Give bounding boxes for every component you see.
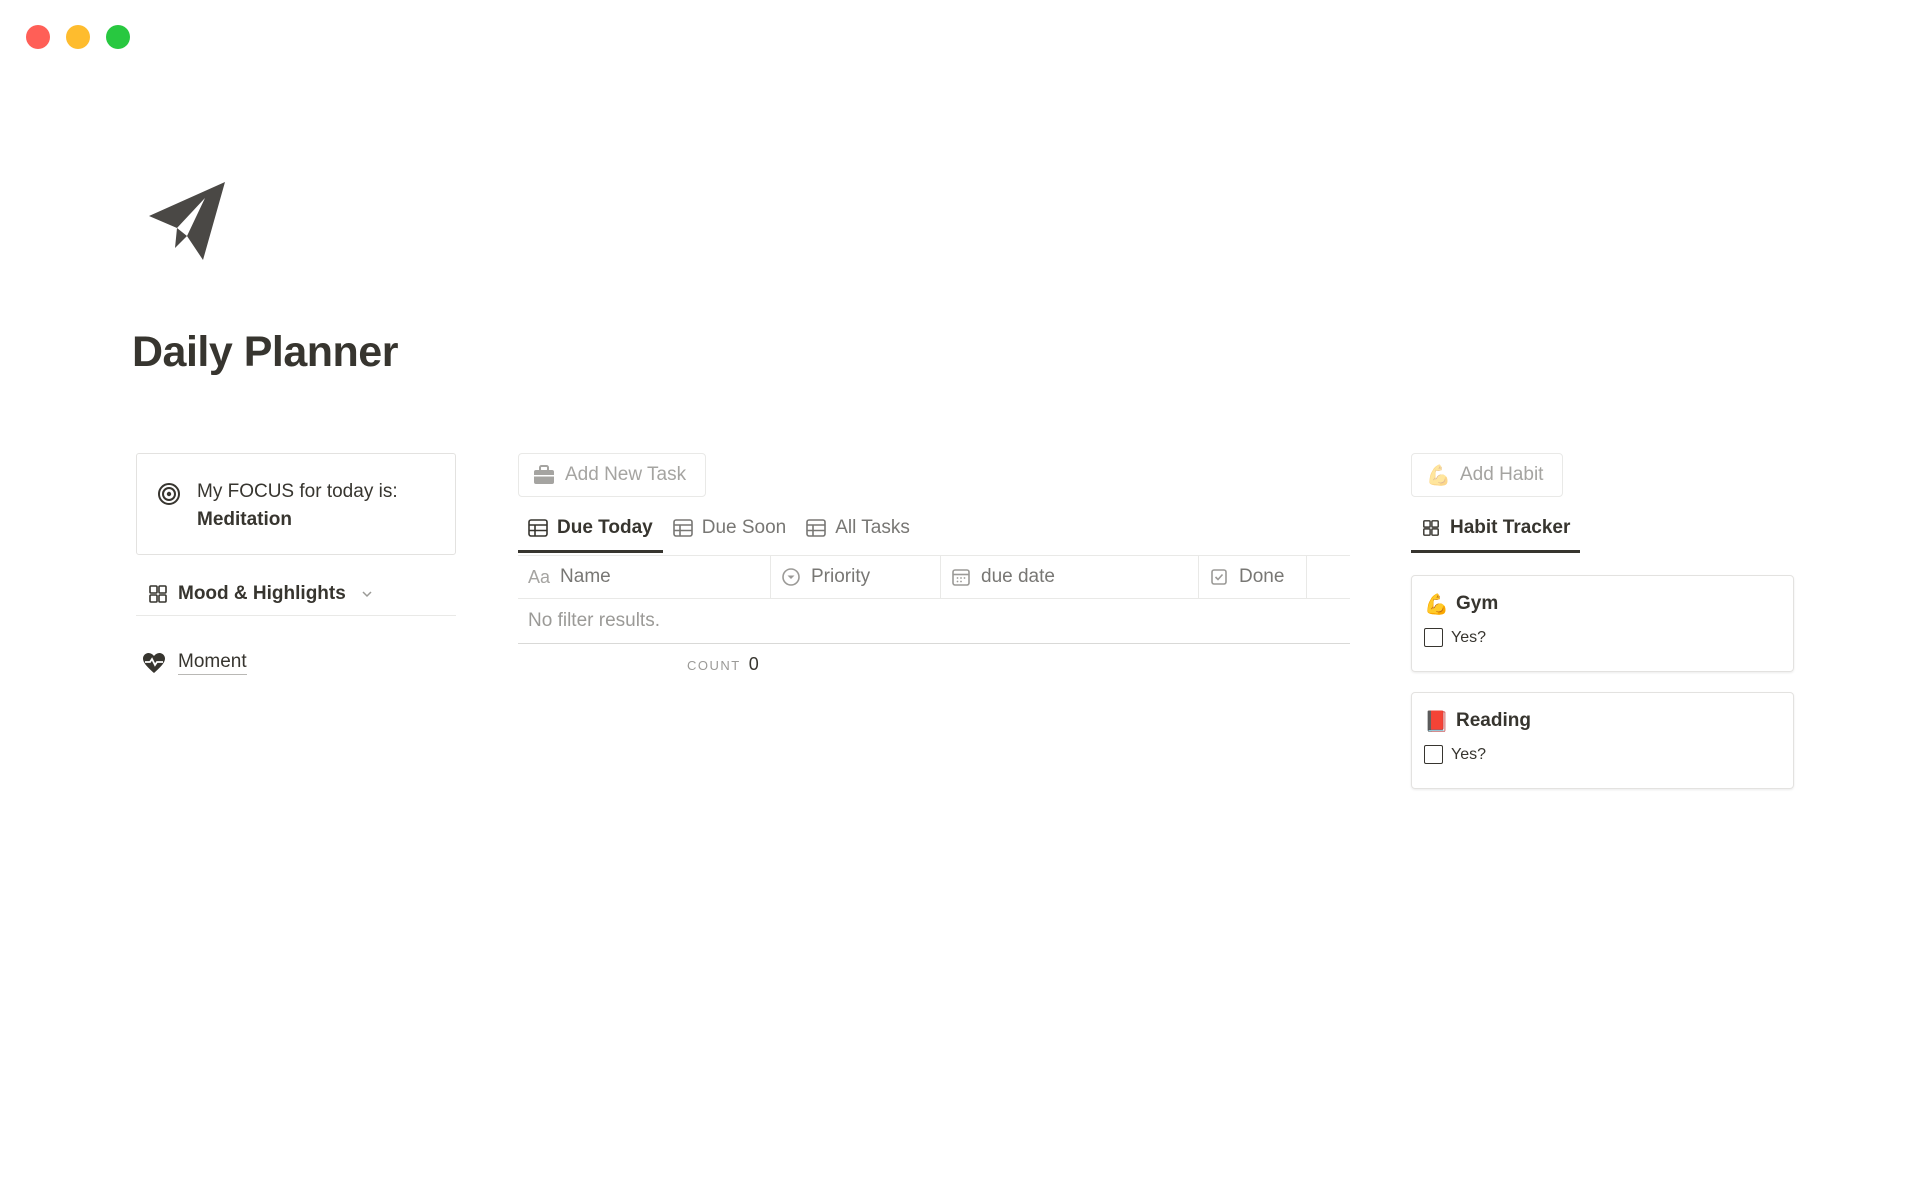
habit-card-title: 💪 Gym: [1424, 590, 1779, 618]
tab-habit-tracker[interactable]: Habit Tracker: [1411, 506, 1581, 553]
count-summary[interactable]: COUNT 0: [518, 654, 1350, 675]
red-book-icon: 📕: [1424, 710, 1449, 733]
habit-checkbox-label: Yes?: [1451, 745, 1486, 763]
window-controls: [26, 25, 130, 49]
habit-card-reading[interactable]: 📕 Reading Yes?: [1411, 692, 1794, 789]
tab-label: All Tasks: [835, 517, 910, 538]
tab-label: Due Today: [557, 517, 653, 538]
flexed-bicep-icon: 💪: [1426, 464, 1451, 487]
habit-checkbox-row: Yes?: [1424, 745, 1779, 764]
column-header-due-date[interactable]: due date: [941, 556, 1199, 598]
chevron-down-icon[interactable]: [360, 587, 374, 601]
app-window: Daily Planner My FOCUS for today is: Med…: [0, 0, 1920, 1200]
tasks-table: Aa Name Priority due date Done No filter…: [518, 555, 1350, 675]
tab-label: Habit Tracker: [1450, 517, 1571, 538]
column-label: due date: [981, 566, 1055, 587]
text-type-icon: Aa: [528, 566, 551, 587]
gallery-grid-icon: [149, 584, 167, 603]
column-label: Priority: [811, 566, 871, 587]
habit-view-tabs: Habit Tracker: [1411, 506, 1581, 553]
add-new-task-button[interactable]: Add New Task: [518, 453, 706, 497]
count-value: 0: [748, 654, 759, 674]
mood-highlights-label: Mood & Highlights: [178, 582, 346, 604]
habit-checkbox[interactable]: [1424, 628, 1443, 647]
habit-card-title: 📕 Reading: [1424, 707, 1779, 735]
column-header-name[interactable]: Aa Name: [518, 556, 771, 598]
table-header: Aa Name Priority due date Done: [518, 555, 1350, 599]
tab-due-soon[interactable]: Due Soon: [663, 506, 797, 550]
column-label: Name: [560, 566, 611, 587]
habit-title: Gym: [1456, 593, 1499, 614]
moment-label: Moment: [178, 650, 247, 675]
focus-label: My FOCUS for today is:: [197, 481, 398, 502]
column-label: Done: [1239, 566, 1285, 587]
add-new-task-label: Add New Task: [565, 464, 687, 485]
select-circle-icon: [782, 568, 800, 586]
calendar-icon: [952, 569, 970, 586]
count-label: COUNT: [687, 658, 741, 673]
checkbox-icon: [1211, 569, 1227, 585]
habit-checkbox[interactable]: [1424, 745, 1443, 764]
add-habit-label: Add Habit: [1460, 464, 1544, 485]
paper-plane-icon[interactable]: [143, 178, 229, 264]
tab-label: Due Soon: [701, 517, 787, 538]
page-title: Daily Planner: [132, 328, 398, 376]
flexed-bicep-icon: 💪: [1424, 593, 1449, 616]
moment-link[interactable]: Moment: [142, 650, 247, 675]
gallery-grid-icon: [1423, 520, 1439, 536]
focus-text[interactable]: My FOCUS for today is: Meditation: [197, 478, 398, 554]
tab-due-today[interactable]: Due Today: [518, 506, 663, 553]
empty-state: No filter results.: [518, 599, 1350, 644]
habit-checkbox-label: Yes?: [1451, 628, 1486, 646]
target-icon: [158, 483, 180, 505]
heart-pulse-icon: [143, 652, 165, 673]
briefcase-icon: [534, 465, 554, 484]
focus-callout: My FOCUS for today is: Meditation: [136, 453, 456, 555]
column-header-priority[interactable]: Priority: [771, 556, 941, 598]
habit-title: Reading: [1456, 710, 1531, 731]
table-icon: [806, 519, 827, 537]
table-icon: [672, 519, 693, 537]
close-window-button[interactable]: [26, 25, 50, 49]
habit-checkbox-row: Yes?: [1424, 628, 1779, 647]
maximize-window-button[interactable]: [106, 25, 130, 49]
add-habit-button[interactable]: 💪 Add Habit: [1411, 453, 1563, 497]
minimize-window-button[interactable]: [66, 25, 90, 49]
tab-all-tasks[interactable]: All Tasks: [796, 506, 920, 550]
mood-highlights-view[interactable]: Mood & Highlights: [136, 572, 456, 616]
table-icon: [528, 519, 548, 537]
habit-card-gym[interactable]: 💪 Gym Yes?: [1411, 575, 1794, 672]
column-header-done[interactable]: Done: [1199, 556, 1307, 598]
focus-value: Meditation: [197, 509, 292, 530]
task-view-tabs: Due Today Due Soon All Tasks: [518, 506, 920, 553]
